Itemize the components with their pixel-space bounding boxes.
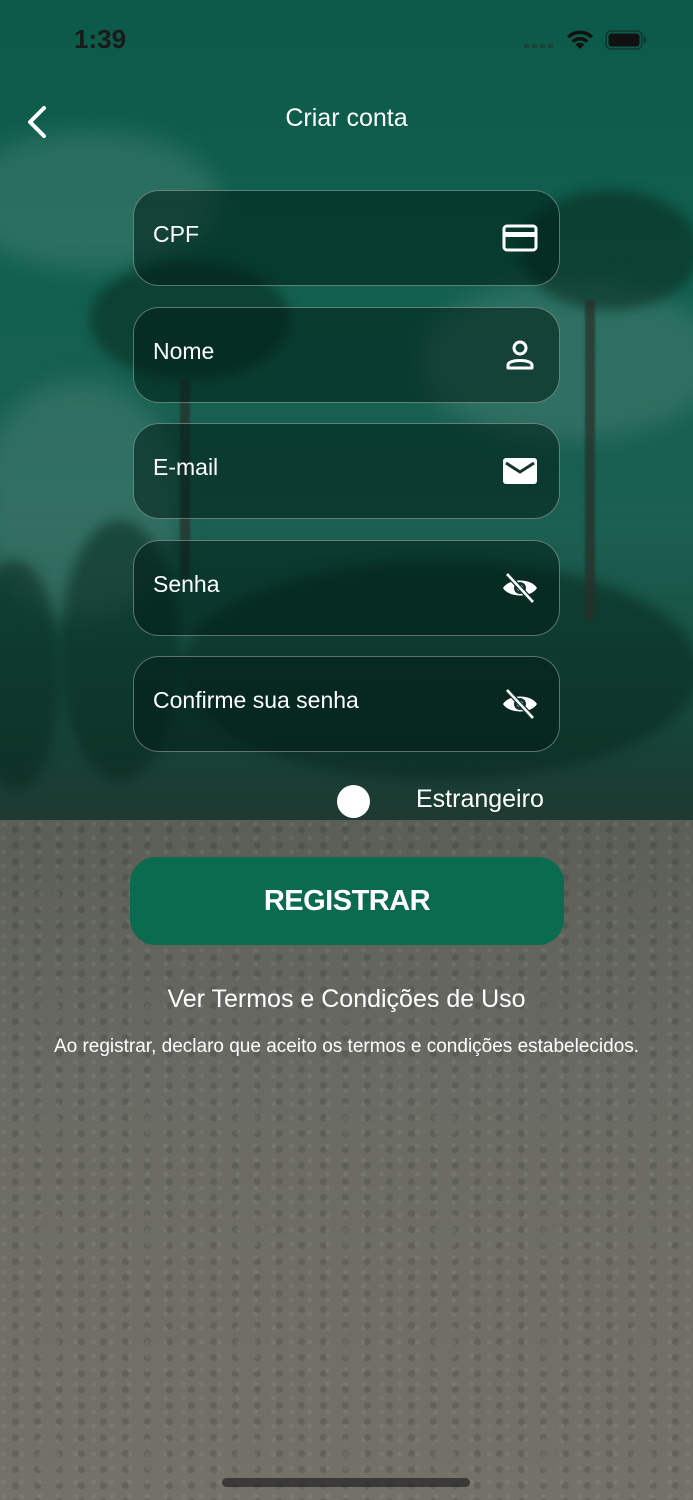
signal-icon: [524, 44, 553, 48]
name-field[interactable]: Nome: [133, 307, 560, 403]
person-icon: [506, 340, 534, 370]
home-indicator[interactable]: [222, 1478, 470, 1487]
cpf-field[interactable]: CPF: [133, 190, 560, 286]
foreigner-toggle[interactable]: [334, 782, 374, 822]
cpf-placeholder: CPF: [153, 221, 199, 247]
register-button[interactable]: REGISTRAR: [130, 857, 564, 945]
terms-note: Ao registrar, declaro que aceito os term…: [53, 1036, 640, 1057]
wifi-icon: [567, 30, 593, 49]
password-field[interactable]: Senha: [133, 540, 560, 636]
status-bar: 1:39: [0, 0, 693, 80]
toggle-knob: [337, 785, 370, 818]
status-time: 1:39: [74, 24, 127, 54]
email-field[interactable]: E-mail: [133, 423, 560, 519]
email-placeholder: E-mail: [153, 454, 219, 480]
foreigner-label: Estrangeiro: [416, 785, 544, 813]
eye-off-icon[interactable]: [501, 571, 539, 605]
terms-link[interactable]: Ver Termos e Condições de Uso: [0, 985, 693, 1014]
page-title: Criar conta: [285, 104, 408, 132]
battery-icon: [605, 30, 646, 50]
confirm-password-placeholder: Confirme sua senha: [153, 687, 359, 713]
card-icon: [502, 224, 538, 252]
password-placeholder: Senha: [153, 571, 220, 597]
confirm-password-field[interactable]: Confirme sua senha: [133, 656, 560, 752]
name-placeholder: Nome: [153, 338, 215, 364]
eye-off-icon[interactable]: [501, 687, 539, 721]
mail-icon: [503, 458, 537, 484]
